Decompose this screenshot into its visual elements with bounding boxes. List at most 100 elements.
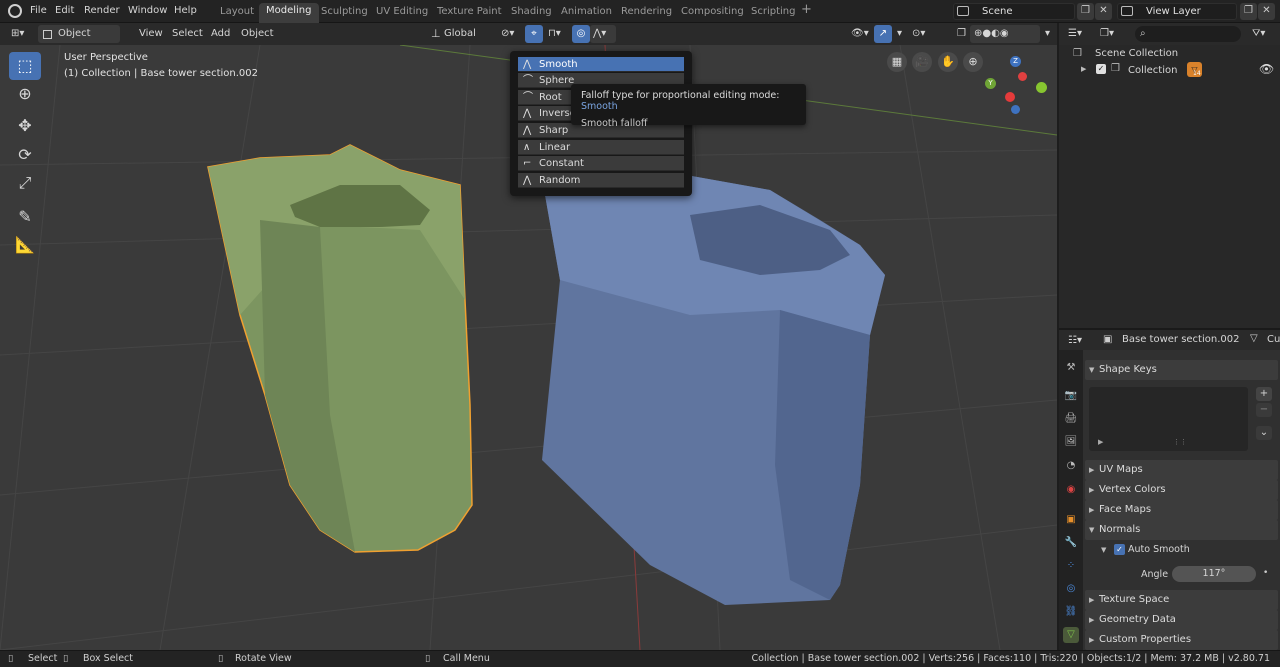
custom-properties-panel[interactable]: ▶ Custom Properties [1085,630,1278,650]
outliner-editor-type-icon[interactable]: ☰▾ [1063,25,1087,43]
scene-collection-label[interactable]: Scene Collection [1095,48,1178,59]
filter-icon[interactable]: ⛛▾ [1247,25,1270,43]
view-layer-tab-icon[interactable]: 🖼 [1063,434,1079,450]
cursor-tool-icon[interactable]: ⊕ [9,80,41,108]
gizmo-y-axis[interactable]: Y [985,78,996,89]
collection-label[interactable]: Collection [1128,65,1177,76]
shape-keys-list[interactable]: ▶ ⋮⋮ [1089,387,1248,451]
modifier-tab-icon[interactable]: 🔧 [1063,535,1079,551]
blender-logo-icon[interactable] [8,4,22,18]
constraints-tab-icon[interactable]: ⛓ [1063,604,1079,620]
gizmo-x-axis[interactable] [1005,92,1015,102]
move-tool-icon[interactable]: ✥ [9,112,41,140]
menu-select[interactable]: Select [167,25,208,43]
select-tool-icon[interactable]: ⬚ [9,52,41,80]
gizmo-y-neg[interactable] [1036,82,1047,93]
shading-dropdown-icon[interactable]: ▾ [1040,25,1055,43]
editor-type-icon[interactable]: ⊞▾ [6,25,29,43]
menu-add[interactable]: Add [206,25,235,43]
uv-maps-panel[interactable]: ▶ UV Maps [1085,460,1278,480]
menu-edit[interactable]: Edit [55,5,74,16]
collection-checkbox[interactable]: ✓ [1096,64,1106,74]
zoom-view-icon[interactable]: ⊕ [963,52,983,72]
snap-target-icon[interactable]: ⊓▾ [543,25,566,43]
gizmo-dropdown-icon[interactable]: ▾ [892,25,907,43]
snap-icon[interactable]: ⌖ [525,25,543,43]
toggle-camera-view-icon[interactable]: ▦ [887,52,907,72]
falloff-item-smooth[interactable]: ⋀ Smooth [518,57,684,72]
shading-modes[interactable]: ⊕●◐◉ [970,25,1040,43]
expand-collection-icon[interactable]: ▶ [1081,65,1086,73]
tab-texture-paint[interactable]: Texture Paint [430,4,509,22]
shape-keys-panel[interactable]: ▼ Shape Keys [1085,360,1278,380]
render-tab-icon[interactable]: 📷 [1063,388,1079,404]
gizmo-z-neg[interactable] [1011,105,1020,114]
menu-view[interactable]: View [134,25,168,43]
falloff-item-constant[interactable]: ⌐ Constant [518,156,684,171]
new-scene-icon[interactable]: ❐ [1077,3,1094,20]
xray-icon[interactable]: ❐ [952,25,971,43]
auto-smooth-arrow-icon[interactable]: ▼ [1101,546,1106,554]
camera-icon[interactable]: 🎥 [912,52,932,72]
object-tab-icon[interactable]: ▣ [1063,512,1079,528]
texture-space-panel[interactable]: ▶ Texture Space [1085,590,1278,610]
keyframe-dot-icon[interactable]: • [1263,568,1268,578]
pan-view-icon[interactable]: ✋ [938,52,958,72]
delete-scene-icon[interactable]: ✕ [1095,3,1112,20]
tab-sculpting[interactable]: Sculpting [314,4,375,22]
particles-tab-icon[interactable]: ⁘ [1063,558,1079,574]
geometry-data-panel[interactable]: ▶ Geometry Data [1085,610,1278,630]
tab-uv-editing[interactable]: UV Editing [369,4,435,22]
tab-rendering[interactable]: Rendering [614,4,679,22]
remove-shape-key-icon[interactable]: − [1256,403,1272,417]
tab-animation[interactable]: Animation [554,4,619,22]
scene-tab-icon[interactable]: ◔ [1063,458,1079,474]
new-view-layer-icon[interactable]: ❐ [1240,3,1257,20]
output-tab-icon[interactable]: 🖨 [1063,411,1079,427]
rotate-tool-icon[interactable]: ⟳ [9,141,41,169]
menu-help[interactable]: Help [174,5,197,16]
tab-modeling[interactable]: Modeling [259,3,319,23]
pivot-icon[interactable]: ⊘▾ [496,25,519,43]
annotate-tool-icon[interactable]: ✎ [9,203,41,231]
display-mode-icon[interactable]: ❐▾ [1095,25,1119,43]
menu-file[interactable]: File [30,5,47,16]
measure-tool-icon[interactable]: 📐 [9,231,41,259]
scale-tool-icon[interactable]: ⤢ [9,169,41,197]
falloff-selector-icon[interactable]: ⋀▾ [590,25,616,43]
falloff-item-linear[interactable]: ∧ Linear [518,140,684,155]
physics-tab-icon[interactable]: ◎ [1063,581,1079,597]
auto-smooth-checkbox[interactable]: ✓ [1114,544,1125,555]
tab-compositing[interactable]: Compositing [674,4,751,22]
gizmo-z-axis[interactable]: Z [1010,56,1021,67]
scene-selector[interactable]: Scene [953,3,1075,20]
visibility-icon[interactable]: 👁▾ [846,25,874,43]
outliner-search-input[interactable]: ⌕ [1135,26,1241,42]
gizmo-toggle-icon[interactable]: ↗ [874,25,892,43]
world-tab-icon[interactable]: ◉ [1063,482,1079,498]
green-tower-object[interactable] [207,144,473,553]
vertex-colors-panel[interactable]: ▶ Vertex Colors [1085,480,1278,500]
shape-key-menu-icon[interactable]: ⌄ [1256,426,1272,440]
menu-object[interactable]: Object [236,25,279,43]
properties-editor-type-icon[interactable]: ☷▾ [1063,332,1087,350]
normals-panel[interactable]: ▼ Normals [1085,520,1278,540]
menu-render[interactable]: Render [84,5,120,16]
menu-window[interactable]: Window [128,5,167,16]
view-layer-selector[interactable]: View Layer [1117,3,1237,20]
face-maps-panel[interactable]: ▶ Face Maps [1085,500,1278,520]
list-expand-icon[interactable]: ▶ [1098,438,1103,446]
tab-shading[interactable]: Shading [504,4,559,22]
overlay-icon[interactable]: ⊙▾ [907,25,930,43]
falloff-item-random[interactable]: ⋀ Random [518,173,684,188]
add-shape-key-icon[interactable]: + [1256,387,1272,401]
list-resize-handle-icon[interactable]: ⋮⋮ [1173,438,1187,446]
gizmo-x-neg[interactable] [1018,72,1027,81]
tab-layout[interactable]: Layout [213,4,261,22]
blue-tower-object[interactable] [542,165,885,605]
angle-field[interactable]: 117° [1172,566,1256,582]
add-workspace-icon[interactable]: + [794,2,819,20]
delete-view-layer-icon[interactable]: ✕ [1258,3,1275,20]
tool-tab-icon[interactable]: ⚒ [1063,360,1079,376]
proportional-editing-icon[interactable]: ◎ [572,25,590,43]
